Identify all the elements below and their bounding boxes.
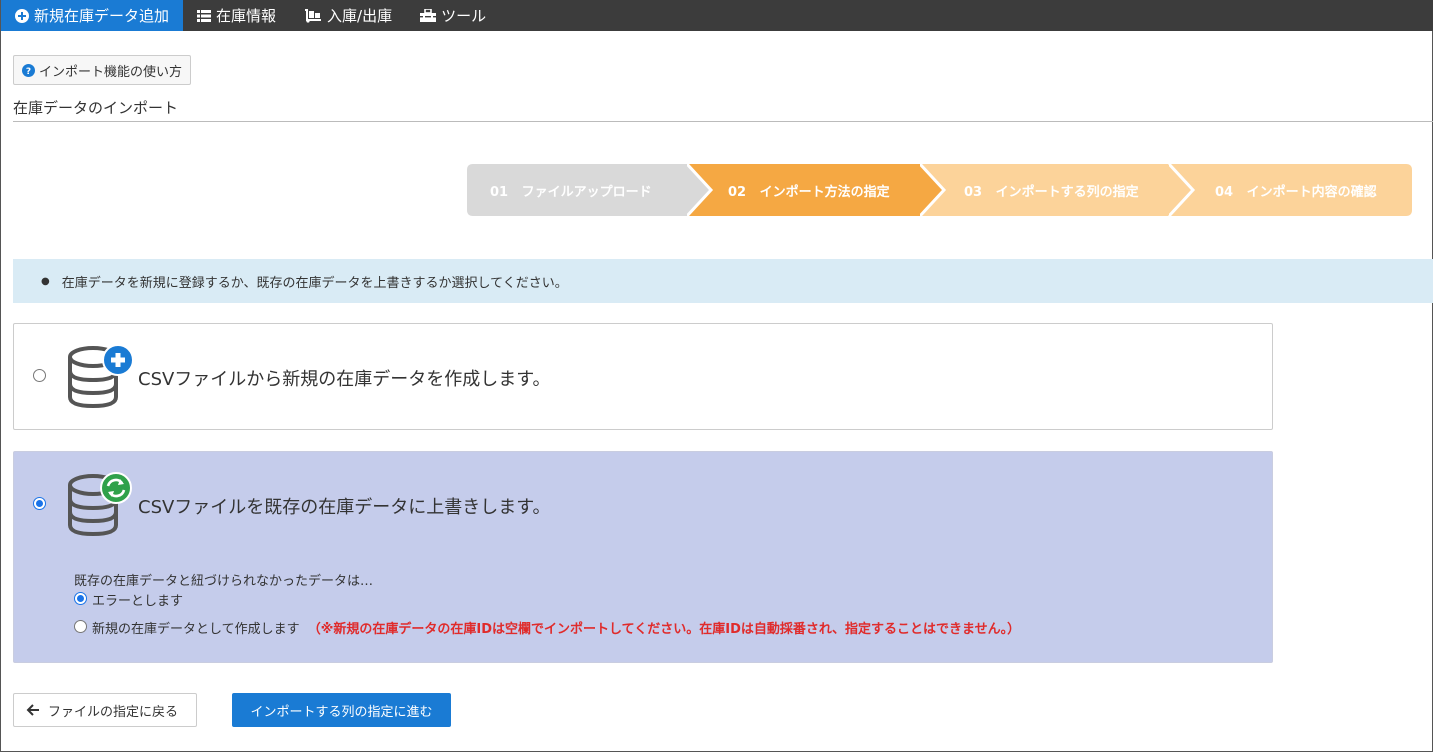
error-choice-label[interactable]: エラーとします bbox=[92, 590, 183, 609]
option-overwrite[interactable]: CSVファイルを既存の在庫データに上書きします。 既存の在庫データと紐づけられな… bbox=[13, 451, 1273, 663]
step-number: 04 bbox=[1215, 184, 1234, 200]
list-icon bbox=[197, 9, 212, 22]
create-new-label: CSVファイルから新規の在庫データを作成します。 bbox=[138, 369, 551, 390]
back-button-label: ファイルの指定に戻る bbox=[48, 704, 179, 720]
nav-item-label: 在庫情報 bbox=[216, 7, 277, 25]
next-button[interactable]: インポートする列の指定に進む bbox=[232, 693, 451, 727]
nav-item-inout[interactable]: 入庫/出庫 bbox=[290, 0, 406, 31]
step-number: 01 bbox=[490, 184, 509, 200]
nav-item-label: 新規在庫データ追加 bbox=[34, 7, 170, 25]
overwrite-radio[interactable] bbox=[33, 497, 46, 510]
create-new-radio[interactable] bbox=[33, 369, 46, 382]
step-label: インポート内容の確認 bbox=[1246, 184, 1377, 200]
import-help-button[interactable]: ? インポート機能の使い方 bbox=[13, 55, 192, 85]
error-choice-radio[interactable] bbox=[74, 592, 87, 605]
page-title: 在庫データのインポート bbox=[13, 99, 179, 117]
step-upload: 01 ファイルアップロード bbox=[467, 164, 712, 216]
step-confirm: 04 インポート内容の確認 bbox=[1169, 164, 1412, 216]
back-button[interactable]: ファイルの指定に戻る bbox=[13, 693, 197, 727]
arrow-left-icon bbox=[26, 704, 40, 716]
create-choice-label[interactable]: 新規の在庫データとして作成します bbox=[92, 622, 300, 637]
create-choice-radio[interactable] bbox=[74, 620, 87, 633]
info-message: ● 在庫データを新規に登録するか、既存の在庫データを上書きするか選択してください… bbox=[13, 259, 1433, 303]
nav-item-label: ツール bbox=[441, 7, 487, 25]
step-label: インポート方法の指定 bbox=[759, 184, 890, 200]
overwrite-label: CSVファイルを既存の在庫データに上書きします。 bbox=[138, 497, 551, 518]
step-number: 03 bbox=[964, 184, 983, 200]
create-choice-row: 新規の在庫データとして作成します （※新規の在庫データの在庫IDは空欄でインポー… bbox=[92, 618, 1020, 637]
step-label: ファイルアップロード bbox=[521, 184, 652, 200]
svg-text:?: ? bbox=[26, 67, 31, 77]
toolbox-icon bbox=[420, 9, 437, 22]
title-divider bbox=[13, 121, 1433, 122]
bullet-icon: ● bbox=[41, 275, 50, 287]
step-number: 02 bbox=[728, 184, 747, 200]
create-choice-warning: （※新規の在庫データの在庫IDは空欄でインポートしてください。在庫IDは自動採番… bbox=[307, 622, 1021, 637]
step-label: インポートする列の指定 bbox=[995, 184, 1139, 200]
nav-item-tools[interactable]: ツール bbox=[406, 0, 500, 31]
step-method: 02 インポート方法の指定 bbox=[687, 164, 945, 216]
nav-item-stock-info[interactable]: 在庫情報 bbox=[183, 0, 290, 31]
next-button-label: インポートする列の指定に進む bbox=[250, 704, 433, 720]
nav-item-new-stock[interactable]: 新規在庫データ追加 bbox=[1, 0, 184, 31]
step-columns: 03 インポートする列の指定 bbox=[920, 164, 1193, 216]
option-create-new[interactable]: CSVファイルから新規の在庫データを作成します。 bbox=[13, 323, 1273, 430]
question-circle-icon: ? bbox=[22, 63, 35, 77]
unmatched-prompt: 既存の在庫データと紐づけられなかったデータは… bbox=[74, 574, 374, 589]
plus-circle-icon bbox=[15, 8, 29, 23]
help-button-label: インポート機能の使い方 bbox=[39, 64, 183, 80]
nav-item-label: 入庫/出庫 bbox=[327, 7, 393, 25]
top-nav: 新規在庫データ追加 在庫情報 入庫/出庫 ツール bbox=[1, 0, 1433, 31]
database-sync-icon bbox=[66, 472, 136, 542]
database-plus-icon bbox=[66, 344, 136, 414]
info-text: 在庫データを新規に登録するか、既存の在庫データを上書きするか選択してください。 bbox=[61, 275, 568, 291]
dolly-icon bbox=[304, 8, 322, 23]
import-stepper: 01 ファイルアップロード 02 インポート方法の指定 03 インポートする列の… bbox=[467, 164, 1412, 216]
